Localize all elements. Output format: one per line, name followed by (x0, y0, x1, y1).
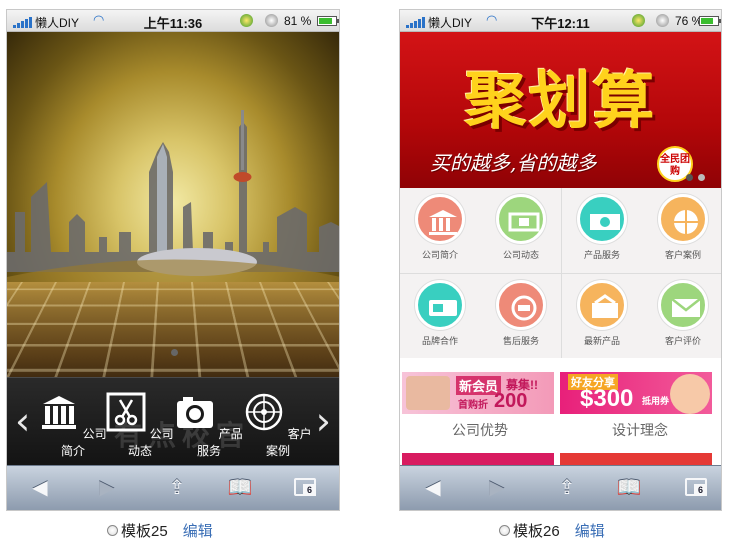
grid-item[interactable]: 产品服务 (562, 188, 642, 273)
banner-title: 聚划算 (400, 50, 721, 140)
promo-text: 抵用券 (642, 394, 669, 407)
promo-card-peek (560, 453, 712, 465)
share-icon[interactable]: ⇪ (162, 476, 192, 500)
grid-item-label: 公司动态 (503, 250, 539, 260)
edit-link[interactable]: 编辑 (575, 520, 605, 541)
grid-item-label: 品牌合作 (422, 336, 458, 346)
sync-icon (240, 14, 253, 27)
carousel-indicator[interactable] (686, 174, 705, 181)
promo-section: 新会员 募集!! 首购折 200 好友分享 $300 抵用券 公司优势 设计理念 (400, 360, 721, 455)
gift-icon (577, 280, 627, 330)
battery-icon (699, 16, 719, 26)
globe-icon (658, 194, 708, 244)
scissors-icon (106, 392, 146, 432)
back-arrow-icon[interactable]: ◀ (418, 476, 448, 500)
edit-link[interactable]: 编辑 (183, 520, 213, 541)
icon-grid: 公司简介 公司动态 产品服务 客户案例品牌合作 售后服务 最新产品 客户评价 (400, 188, 721, 358)
bookmarks-icon[interactable]: 📖 (225, 476, 255, 500)
nav-item-company-intro[interactable]: 公司简介 (38, 392, 108, 459)
template-25-caption: 模板25 编辑 (107, 520, 213, 541)
template-25-radio[interactable] (107, 525, 118, 536)
camera-icon (175, 392, 215, 432)
card-icon (415, 280, 465, 330)
grid-item[interactable]: 客户案例 (643, 188, 722, 273)
building-icon (39, 392, 79, 432)
grid-item-label: 客户案例 (665, 250, 701, 260)
promo-card-peek (402, 453, 554, 465)
template-26-caption: 模板26 编辑 (499, 520, 605, 541)
grid-item-label: 产品服务 (584, 250, 620, 260)
nav-item-company-news[interactable]: 公司动态 (105, 392, 175, 459)
browser-toolbar: ◀ ▶ ⇪ 📖 6 (7, 465, 339, 510)
grid-item[interactable]: 售后服务 (481, 274, 561, 359)
building-icon (415, 194, 465, 244)
status-time: 下午12:11 (400, 13, 721, 32)
template-26-radio[interactable] (499, 525, 510, 536)
tabs-icon[interactable]: 6 (294, 478, 316, 496)
grid-item-label: 客户评价 (665, 336, 701, 346)
battery-icon (317, 16, 337, 26)
sync-icon (632, 14, 645, 27)
globe-icon (244, 392, 284, 432)
grid-item[interactable]: 公司简介 (400, 188, 480, 273)
grid-item[interactable]: 客户评价 (643, 274, 722, 359)
promo-card-share[interactable]: 好友分享 $300 抵用券 (560, 372, 712, 414)
forward-arrow-icon[interactable]: ▶ (482, 476, 512, 500)
template-26-preview[interactable]: 懒人DIY ◠ 下午12:11 76 % 聚划算 买的越多,省的越多 全民团购 … (399, 9, 722, 511)
grid-item-label: 公司简介 (422, 250, 458, 260)
promo-text: $300 (580, 385, 633, 413)
promo-text: 200 (494, 390, 527, 413)
banner-slogan: 买的越多,省的越多 (430, 147, 596, 176)
hero-banner[interactable] (7, 32, 339, 387)
template-label: 模板25 (121, 520, 168, 541)
lock-icon (656, 14, 669, 27)
mail-icon (658, 280, 708, 330)
share-icon[interactable]: ⇪ (552, 476, 582, 500)
back-arrow-icon[interactable]: ◀ (25, 476, 55, 500)
money-icon (577, 194, 627, 244)
ticket-icon (496, 194, 546, 244)
bookmarks-icon[interactable]: 📖 (614, 476, 644, 500)
carousel-indicator[interactable] (171, 349, 178, 356)
battery-percent: 81 % (284, 14, 311, 28)
promo-card-new-member[interactable]: 新会员 募集!! 首购折 200 (402, 372, 554, 414)
grid-item[interactable]: 公司动态 (481, 188, 561, 273)
tabs-icon[interactable]: 6 (685, 478, 707, 496)
lock-icon (265, 14, 278, 27)
forward-arrow-icon[interactable]: ▶ (92, 476, 122, 500)
section-label[interactable]: 设计理念 (560, 420, 720, 440)
section-label[interactable]: 公司优势 (400, 420, 560, 440)
template-gallery: 懒人DIY ◠ 上午11:36 81 % 有点校官 ‹ › 公司简介 公司动态 … (0, 0, 741, 551)
promo-banner[interactable]: 聚划算 买的越多,省的越多 全民团购 (400, 32, 721, 188)
support-icon (496, 280, 546, 330)
grid-item[interactable]: 最新产品 (562, 274, 642, 359)
city-skyline-image (7, 102, 340, 302)
nav-prev-arrow[interactable]: ‹ (15, 402, 30, 440)
browser-toolbar: ◀ ▶ ⇪ 📖 6 (400, 465, 721, 510)
status-bar: 懒人DIY ◠ 上午11:36 81 % (7, 10, 339, 32)
nav-next-arrow[interactable]: › (316, 402, 331, 440)
template-label: 模板26 (513, 520, 560, 541)
nav-item-products[interactable]: 产品服务 (174, 392, 244, 459)
nav-item-cases[interactable]: 客户案例 (243, 392, 313, 459)
grid-item-label: 售后服务 (503, 336, 539, 346)
status-bar: 懒人DIY ◠ 下午12:11 76 % (400, 10, 721, 32)
grid-item-label: 最新产品 (584, 336, 620, 346)
grid-item[interactable]: 品牌合作 (400, 274, 480, 359)
bottom-nav: 有点校官 ‹ › 公司简介 公司动态 产品服务 客户案例 (7, 377, 339, 467)
template-25-preview[interactable]: 懒人DIY ◠ 上午11:36 81 % 有点校官 ‹ › 公司简介 公司动态 … (6, 9, 340, 511)
promo-text: 首购折 (458, 396, 488, 411)
